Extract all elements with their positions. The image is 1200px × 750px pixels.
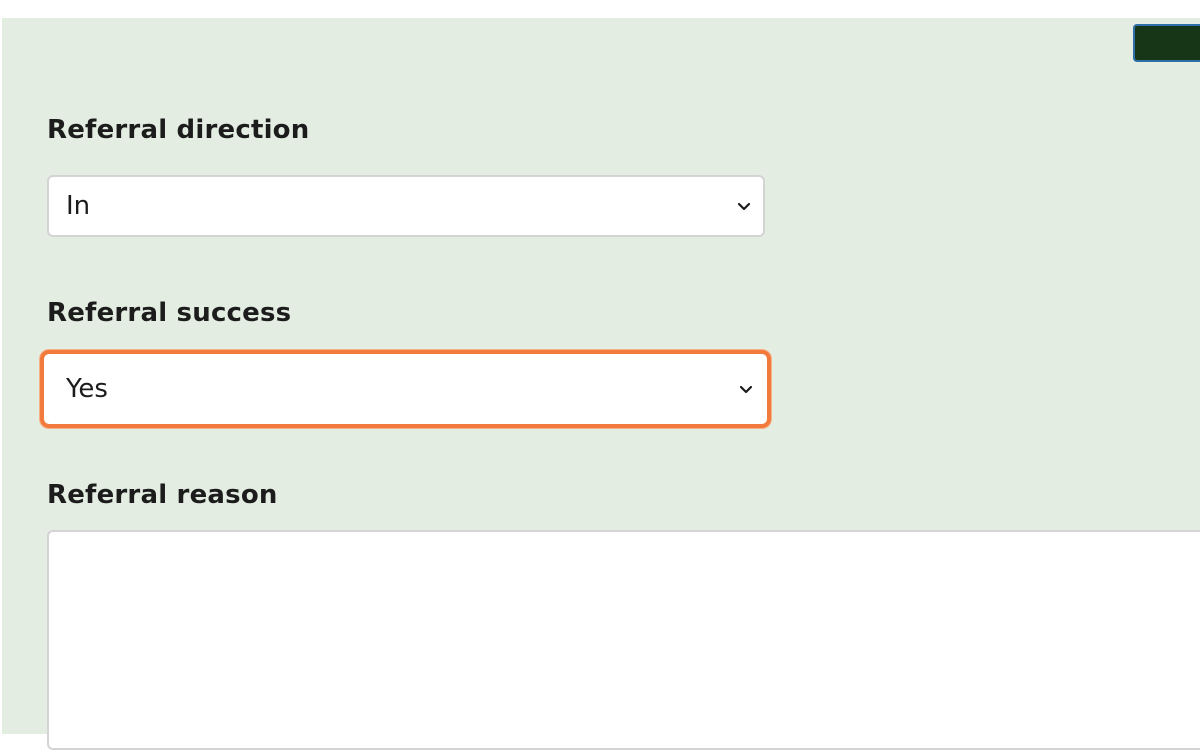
chevron-down-icon [737, 202, 751, 211]
referral-reason-label: Referral reason [47, 480, 278, 510]
referral-success-value: Yes [66, 374, 108, 404]
referral-direction-select[interactable]: In [47, 175, 765, 237]
referral-success-label: Referral success [47, 298, 292, 328]
referral-success-select[interactable]: Yes [40, 350, 771, 428]
referral-reason-textarea[interactable] [47, 530, 1200, 750]
referral-direction-label: Referral direction [47, 115, 310, 145]
top-action-button[interactable] [1133, 24, 1200, 62]
chevron-down-icon [739, 385, 753, 394]
referral-direction-value: In [66, 191, 91, 221]
